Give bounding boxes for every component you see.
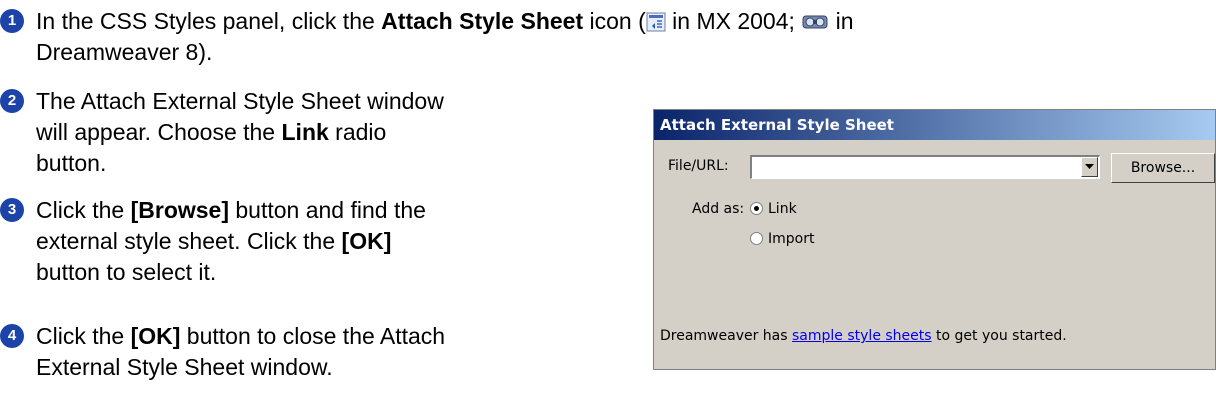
ok-term: [OK] — [341, 228, 392, 254]
step-text: In the CSS Styles panel, click the Attac… — [36, 8, 854, 65]
browse-term: [Browse] — [130, 197, 229, 223]
ok-term: [OK] — [130, 323, 181, 349]
add-as-label: Add as: — [692, 201, 745, 217]
step-text: Click the [Browse] button and find the e… — [36, 197, 426, 285]
attach-style-sheet-term: Attach Style Sheet — [381, 8, 584, 34]
step-number-badge: 1 — [0, 9, 24, 33]
radio-link[interactable]: Link — [750, 200, 830, 218]
step-number-badge: 2 — [0, 89, 24, 113]
chevron-down-icon — [1085, 164, 1094, 169]
radio-import[interactable]: Import — [750, 230, 840, 248]
radio-import-circle[interactable] — [750, 232, 763, 245]
link-term: Link — [281, 119, 329, 145]
radio-import-label: Import — [768, 231, 815, 247]
radio-link-circle[interactable] — [750, 202, 763, 215]
step-text: Click the [OK] button to close the Attac… — [36, 323, 446, 380]
attach-external-style-sheet-dialog: Attach External Style Sheet File/URL: Br… — [653, 109, 1216, 370]
sample-style-sheets-link[interactable]: sample style sheets — [792, 328, 932, 344]
radio-link-label: Link — [768, 201, 797, 217]
dialog-footer-text: Dreamweaver has sample style sheets to g… — [660, 328, 1067, 344]
step-text: The Attach External Style Sheet window w… — [36, 88, 444, 176]
file-url-input[interactable] — [750, 155, 1100, 179]
attach-stylesheet-mx2004-icon — [646, 12, 666, 32]
file-url-dropdown-button[interactable] — [1081, 157, 1098, 177]
dialog-title: Attach External Style Sheet — [654, 110, 1215, 140]
step-number-badge: 4 — [0, 324, 24, 348]
step-number-badge: 3 — [0, 198, 24, 222]
attach-stylesheet-dw8-icon — [802, 15, 828, 29]
browse-button[interactable]: Browse... — [1111, 153, 1215, 183]
file-url-label: File/URL: — [668, 158, 729, 174]
